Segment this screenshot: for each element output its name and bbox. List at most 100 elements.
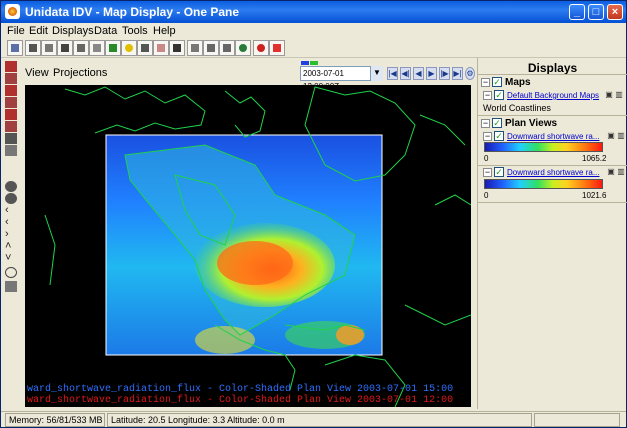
menu-data[interactable]: Data <box>94 25 117 37</box>
plan-views-label: Plan Views <box>505 118 558 129</box>
plan-views-checkbox[interactable]: ✓ <box>492 118 502 128</box>
menu-bar: File Edit Displays Data Tools Help <box>1 23 626 39</box>
settings-icon[interactable]: ⚙ <box>465 67 475 80</box>
reset-icon[interactable] <box>5 267 17 278</box>
open-icon[interactable] <box>41 40 57 56</box>
legend-line-2: ward_shortwave_radiation_flux - Color-Sh… <box>27 394 453 406</box>
stop-icon[interactable] <box>253 40 269 56</box>
save-icon[interactable] <box>57 40 73 56</box>
plan-view-1-toggle[interactable]: − <box>483 132 492 141</box>
lightbulb-icon[interactable] <box>121 40 137 56</box>
trash-icon[interactable]: ▥ <box>617 132 625 140</box>
pen-icon[interactable] <box>187 40 203 56</box>
menu-edit[interactable]: Edit <box>29 25 48 37</box>
view-top-icon[interactable] <box>5 61 17 72</box>
bg-maps-toggle[interactable]: − <box>483 91 492 100</box>
view-south-icon[interactable] <box>5 97 17 108</box>
zoom-in-icon[interactable] <box>5 181 17 192</box>
time-indicator-1 <box>301 61 309 65</box>
lock-icon[interactable]: ▣ <box>607 132 615 140</box>
view-north-icon[interactable] <box>5 85 17 96</box>
step-first-icon[interactable]: |◀ <box>387 67 398 80</box>
mexico-field <box>195 326 255 354</box>
app-icon <box>5 4 20 19</box>
close-icon[interactable]: × <box>607 4 623 20</box>
plan-view-2-max: 1021.6 <box>582 191 607 200</box>
hand-icon[interactable] <box>5 281 17 292</box>
bundle-icon[interactable] <box>73 40 89 56</box>
plan-view-2-checkbox[interactable]: ✓ <box>494 167 504 177</box>
trash-icon[interactable]: ▥ <box>615 91 623 99</box>
eraser-icon[interactable] <box>153 40 169 56</box>
bg-maps-link[interactable]: Default Background Maps <box>507 91 599 100</box>
view-bottom-icon[interactable] <box>5 73 17 84</box>
chevron-left-icon[interactable]: ‹ <box>5 205 17 216</box>
menu-displays[interactable]: Displays <box>52 25 94 37</box>
time-indicator-2 <box>310 61 318 65</box>
menu-file[interactable]: File <box>7 25 25 37</box>
maps-checkbox[interactable]: ✓ <box>492 77 502 87</box>
plan-view-2-toggle[interactable]: − <box>483 168 492 177</box>
zoom-out-icon[interactable] <box>5 193 17 204</box>
map-view-panel: View Projections 2003-07-01 12:00:00Z ▼ … <box>21 61 475 409</box>
chevron-left-2-icon[interactable]: ‹ <box>5 217 17 228</box>
data-chooser-icon[interactable] <box>105 40 121 56</box>
plan-view-1-link[interactable]: Downward shortwave ra... <box>507 132 599 141</box>
box-icon[interactable] <box>5 133 17 144</box>
plan-view-2-min: 0 <box>484 191 489 200</box>
title-bar[interactable]: Unidata IDV - Map Display - One Pane _ □… <box>1 1 626 23</box>
menu-tools[interactable]: Tools <box>122 25 148 37</box>
lock-icon[interactable]: ▣ <box>607 168 615 176</box>
export-icon[interactable] <box>89 40 105 56</box>
maximize-icon[interactable]: □ <box>588 4 604 20</box>
new-window-icon[interactable] <box>25 40 41 56</box>
south-america-field <box>336 325 364 345</box>
axis-icon[interactable] <box>203 40 219 56</box>
step-forward-icon[interactable]: |▶ <box>439 67 450 80</box>
view-toolbar: ‹ ‹ › ˄ ˅ <box>5 61 19 407</box>
plan-view-1-checkbox[interactable]: ✓ <box>494 131 504 141</box>
chevron-up-icon[interactable]: ˄ <box>5 241 17 252</box>
map-canvas[interactable]: ward_shortwave_radiation_flux - Color-Sh… <box>25 85 471 407</box>
divider <box>478 74 627 75</box>
idv-window: Unidata IDV - Map Display - One Pane _ □… <box>0 0 627 428</box>
displays-header: Displays <box>527 61 578 75</box>
plan-view-2-link[interactable]: Downward shortwave ra... <box>507 168 599 177</box>
chevron-right-icon[interactable]: › <box>5 229 17 240</box>
maps-toggle[interactable]: − <box>481 78 490 87</box>
displays-panel: Displays − ✓ Maps − ✓ Default Background… <box>477 58 627 409</box>
map-graphics: ward_shortwave_radiation_flux - Color-Sh… <box>27 86 471 407</box>
view-menu[interactable]: View <box>25 67 49 79</box>
lock-icon[interactable]: ▣ <box>605 91 613 99</box>
play-icon[interactable]: ▶ <box>426 67 437 80</box>
us-core-region <box>217 241 293 285</box>
legend-line-1: ward_shortwave_radiation_flux - Color-Sh… <box>27 383 453 395</box>
divider <box>478 115 627 116</box>
menu-help[interactable]: Help <box>153 25 176 37</box>
chevron-down-icon[interactable]: ▼ <box>370 66 383 81</box>
cancel-icon[interactable] <box>269 40 285 56</box>
chevron-down-icon[interactable]: ˅ <box>5 253 17 264</box>
main-toolbar <box>1 39 626 58</box>
step-last-icon[interactable]: ▶| <box>452 67 463 80</box>
plan-view-1-colorbar <box>484 142 603 152</box>
view-west-icon[interactable] <box>5 121 17 132</box>
bg-maps-checkbox[interactable]: ✓ <box>494 90 504 100</box>
display-icon[interactable] <box>137 40 153 56</box>
minimize-icon[interactable]: _ <box>569 4 585 20</box>
rotate-icon[interactable] <box>5 145 17 156</box>
status-message <box>534 413 620 427</box>
projections-menu[interactable]: Projections <box>53 67 107 79</box>
globe-icon[interactable] <box>235 40 251 56</box>
play-back-icon[interactable]: ◀ <box>413 67 424 80</box>
view-east-icon[interactable] <box>5 109 17 120</box>
trash-icon[interactable]: ▥ <box>617 168 625 176</box>
plan-view-2-colorbar <box>484 179 603 189</box>
transect-icon[interactable] <box>219 40 235 56</box>
status-bar: Memory: 56/81/533 MB Latitude: 20.5 Long… <box>1 411 626 427</box>
scissors-icon[interactable] <box>169 40 185 56</box>
plan-views-toggle[interactable]: − <box>481 119 490 128</box>
step-back-icon[interactable]: ◀| <box>400 67 411 80</box>
home-icon[interactable] <box>7 40 23 56</box>
plan-view-1-min: 0 <box>484 154 489 163</box>
